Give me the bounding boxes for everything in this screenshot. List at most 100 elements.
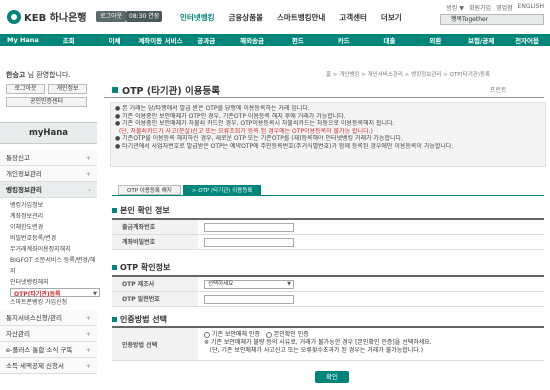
submenu-item[interactable]: 뱅킹가입정보 (10, 200, 97, 211)
session-timer-button[interactable]: 08:30 연장 (126, 11, 163, 22)
util-english[interactable]: ENGLISH (518, 3, 544, 12)
cert-center-button[interactable]: 공인인증센터 (6, 97, 87, 107)
otp-maker-select[interactable]: 선택하세요 (204, 279, 294, 289)
auth-note: ※ 기존 보안매체가 불량 등의 사유로, 거래가 불가능한 경우 [본인확인 … (204, 339, 432, 346)
sidebar-item-banking-info[interactable]: 뱅킹정보관리 (0, 182, 97, 198)
nav-more[interactable]: 더보기 (381, 12, 402, 23)
page-title: OTP (타기관) 이용등록 (112, 83, 220, 97)
submenu-item[interactable]: 이체한도변경 (10, 222, 97, 233)
mainnav-item[interactable]: 대출 (367, 35, 413, 45)
tab-otp-register[interactable]: > OTP (타기관) 이용등록 (182, 185, 262, 195)
section-bullet-icon (112, 208, 117, 213)
form-row: 계좌비밀번호 (112, 235, 544, 250)
nav-products[interactable]: 금융상품몰 (229, 12, 264, 23)
sidebar-profile-button[interactable]: 개인정보 (48, 84, 87, 94)
submenu-item[interactable]: 계좌정보관리 (10, 211, 97, 222)
form-row: 인증방법 선택 기존 보안매체 인증 본인확인 인증 ※ 기존 보안매체가 불량… (112, 328, 544, 361)
submenu-item[interactable]: 무거래계좌이용정지해지 (10, 244, 97, 255)
section-bullet-icon (112, 317, 117, 322)
nav-internet-banking[interactable]: 인터넷뱅킹 (180, 12, 215, 23)
section-identity-heading: 본인 확인 정보 (112, 205, 170, 216)
mainnav-item[interactable]: 공과금 (183, 35, 229, 45)
mainnav-item[interactable]: 해외송금 (229, 35, 275, 45)
notice-line: ● 본 거래는 당/타행에서 발급 받은 OTP를 당행에 이용등록하는 거래 … (115, 105, 310, 112)
logo-mark-icon (7, 9, 21, 24)
mainnav-item[interactable]: 이체 (92, 35, 138, 45)
tab-underline (112, 195, 544, 196)
tab-bar: OTP 이용등록 해지 > OTP (타기관) 이용등록 (118, 185, 262, 195)
sidebar-item-personal-info[interactable]: 개인정보관리 (0, 166, 97, 182)
sidebar-item-tax[interactable]: 소득·세액공제 신청서 (0, 358, 97, 374)
submenu-item-otp[interactable]: OTP(타기관)등록 (10, 288, 100, 300)
notice-line: ● 타기관에서 사업자번호로 발급받은 OTP는 예약OTP에 주민등록번호(주… (115, 142, 454, 150)
top-navigation: 인터넷뱅킹 금융상품몰 스마트뱅킹안내 고객센터 더보기 (180, 12, 402, 23)
util-banking[interactable]: 방킹 ▼ (446, 3, 464, 12)
top-bar: KEB 하나은행 로그아웃 08:30 연장 인터넷뱅킹 금융상품몰 스마트뱅킹… (0, 0, 550, 34)
auth-options: 기존 보안매체 인증 본인확인 인증 ※ 기존 보안매체가 불량 등의 사유로,… (198, 328, 438, 360)
sidebar-submenu: 뱅킹가입정보 계좌정보관리 이체한도변경 비밀번호등록/변경 무거래계좌이용정지… (0, 198, 100, 310)
breadcrumb: 홈 > 개인뱅킹 > 개인서비스관리 > 뱅킹정보관리 > OTP(타기관)등록 (326, 72, 491, 78)
otp-form: OTP 제조사 선택하세요 OTP 일련번호 (112, 275, 544, 307)
tab-otp-cancel[interactable]: OTP 이용등록 해지 (118, 185, 181, 195)
mainnav-item[interactable]: 전자어음 (504, 35, 550, 45)
section-otp-heading: OTP 확인정보 (112, 262, 170, 273)
notice-line: ● 기존OTP를 이용등록 해지하신 경우, 새로운 OTP 또는 기존OTP를… (115, 135, 403, 143)
auth-note: (단, 기존 보안매체가 사고신고 또는 오류횟수초과가 된 경우는 거래가 불… (209, 347, 424, 354)
submenu-item[interactable]: BIGFOT 소문서비스 등록/변경/해지 (10, 255, 97, 277)
otp-serial-input[interactable] (204, 294, 294, 304)
mainnav-item[interactable]: 카드 (321, 35, 367, 45)
util-branch[interactable]: 영업점 (496, 3, 513, 12)
sidebar-item-eplus[interactable]: e-플러스 통합 소식 구독 (0, 342, 97, 358)
print-button[interactable]: 프린트 (490, 85, 507, 94)
nav-smart-banking[interactable]: 스마트뱅킹안내 (277, 12, 325, 23)
submenu-item[interactable]: 비밀번호등록/변경 (10, 233, 97, 244)
title-bullet-icon (112, 87, 118, 93)
section-bullet-icon (112, 265, 117, 270)
submenu-item[interactable]: 스마트폰뱅킹 가입신청 (10, 297, 97, 308)
account-label: 출금계좌번호 (112, 220, 198, 234)
account-password-input[interactable] (204, 237, 294, 247)
main-navigation: My Hana 조회 이체 계좌이동 서비스 공과금 해외송금 펀드 카드 대출… (0, 34, 550, 46)
search-input[interactable]: 행복Together (440, 14, 544, 25)
sidebar-item-account-report[interactable]: 통장신고 (0, 150, 97, 166)
form-row: OTP 제조사 선택하세요 (112, 277, 544, 292)
greeting-text: 님 환영합니다. (27, 71, 71, 79)
brand-name: KEB 하나은행 (24, 13, 87, 24)
sidebar-logout-button[interactable]: 로그아웃 (6, 84, 45, 94)
radio-existing-label: 기존 보안매체 인증 (212, 331, 260, 338)
util-join[interactable]: 회원가입 (469, 3, 491, 12)
form-row: 출금계좌번호 (112, 220, 544, 235)
identity-form: 출금계좌번호 계좌비밀번호 (112, 218, 544, 250)
notice-box: ● 본 거래는 당/타행에서 발급 받은 OTP를 당행에 이용등록하는 거래 … (110, 102, 546, 167)
radio-identity-label: 본인확인 인증 (273, 331, 309, 338)
notice-line: ● 기존 이용중인 보안매체가 자물쇠 카드인 경우, OTP이용등록시 자물쇠… (115, 120, 395, 128)
account-number-input[interactable] (204, 222, 294, 232)
submenu-item[interactable]: 인터넷뱅킹해지 (10, 277, 97, 288)
user-name: 한승고 (6, 71, 26, 79)
section-auth-heading: 인증방법 선택 (112, 314, 167, 325)
mainnav-item[interactable]: 보험/공제 (458, 35, 504, 45)
mainnav-item[interactable]: My Hana (0, 36, 46, 44)
mainnav-item[interactable]: 계좌이동 서비스 (137, 35, 183, 45)
password-label: 계좌비밀번호 (112, 235, 198, 249)
sidebar-buttons: 로그아웃 개인정보 (6, 84, 87, 94)
radio-identity-check[interactable] (265, 331, 272, 338)
notice-line: ● 기존 이용중인 보안매체가 OTP인 경우, 기존OTP 이용등록 해지 후… (115, 112, 346, 120)
otp-serial-label: OTP 일련번호 (112, 292, 198, 306)
sidebar-item-assets[interactable]: 자산관리 (0, 326, 97, 342)
radio-existing-media[interactable] (204, 331, 210, 338)
nav-customer-center[interactable]: 고객센터 (339, 12, 367, 23)
mainnav-item[interactable]: 외환 (412, 35, 458, 45)
bank-logo[interactable]: KEB 하나은행 (7, 9, 86, 24)
divider (104, 97, 544, 98)
mainnav-item[interactable]: 조회 (46, 35, 92, 45)
sidebar-item-notify[interactable]: 통지서비스신청/관리 (0, 310, 97, 326)
form-row: OTP 일련번호 (112, 292, 544, 307)
otp-maker-label: OTP 제조사 (112, 277, 198, 291)
page-title-text: OTP (타기관) 이용등록 (122, 86, 220, 97)
sidebar-title: myHana (0, 122, 97, 144)
confirm-button[interactable]: 확인 (315, 371, 349, 383)
logout-button[interactable]: 로그아웃 (96, 11, 127, 22)
sidebar-menu: 통장신고 개인정보관리 뱅킹정보관리 뱅킹가입정보 계좌정보관리 이체한도변경 … (0, 150, 100, 374)
mainnav-item[interactable]: 펀드 (275, 35, 321, 45)
